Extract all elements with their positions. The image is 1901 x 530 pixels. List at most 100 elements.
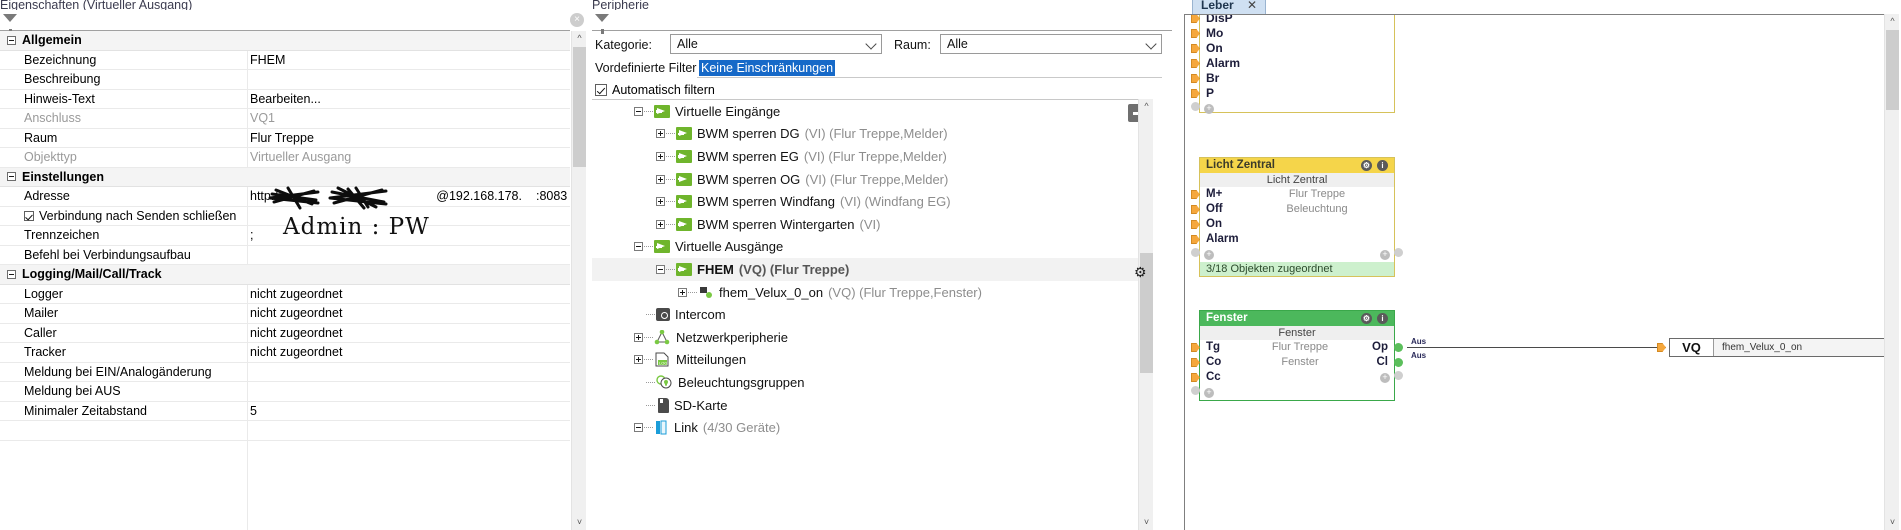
fenster-block[interactable]: Fenster ⚙ i Fenster Tg Flur Treppe Op Co… [1191,310,1403,401]
automatisch-filtern-checkbox[interactable]: Automatisch filtern [595,83,715,97]
expand-icon[interactable] [656,174,665,184]
property-value[interactable]: http://@192.168.178.:8083 [248,189,570,203]
kategorie-select[interactable]: Alle [670,34,882,54]
info-icon[interactable]: i [1377,160,1388,171]
collapse-icon[interactable] [634,106,643,116]
peripherie-filter-bar[interactable] [592,10,1172,34]
tree-node[interactable]: BWM sperren OG (VI) (Flur Treppe,Melder) [592,168,1138,191]
property-row[interactable]: Tracker nicht zugeordnet [0,343,570,363]
tree-node[interactable]: Virtuelle Eingänge [592,100,1138,123]
property-row[interactable]: Raum Flur Treppe [0,129,570,148]
scroll-down-arrow-icon[interactable]: ˅ [1885,515,1900,530]
property-value[interactable]: Bearbeiten... [248,92,570,106]
property-value[interactable]: nicht zugeordnet [248,345,570,359]
pin-row[interactable]: Off Beleuchtung [1191,202,1394,217]
tree-node[interactable]: FHEM (VQ) (Flur Treppe) [592,258,1138,281]
add-input-icon[interactable]: + [1204,387,1214,398]
property-group-row[interactable]: Logging/Mail/Call/Track [0,265,570,285]
top-block-pin-row[interactable]: P [1191,86,1394,101]
input-port[interactable] [1191,220,1200,229]
property-row[interactable]: Meldung bei EIN/Analogänderung [0,363,570,382]
input-port[interactable] [1191,343,1200,352]
input-port[interactable] [1191,235,1200,244]
diagram-canvas[interactable]: DisP Mo On Alarm Br P + Licht Zentral ⚙ … [1184,14,1884,530]
property-checkbox[interactable] [24,210,34,221]
scroll-thumb[interactable] [573,47,586,167]
collapse-icon[interactable] [634,242,643,252]
expand-icon[interactable] [656,197,665,207]
scroll-thumb[interactable] [1886,30,1899,110]
tree-node[interactable]: BWM sperren DG (VI) (Flur Treppe,Melder) [592,123,1138,146]
property-row[interactable]: Anschluss VQ1 [0,109,570,129]
pin-row[interactable]: Cc + [1191,370,1403,385]
property-row[interactable]: Beschreibung [0,70,570,90]
add-output-icon[interactable]: + [1380,249,1390,260]
input-port[interactable] [1191,29,1200,38]
tree-node[interactable]: Link (4/30 Geräte) [592,416,1138,439]
properties-filter-bar[interactable] [0,10,570,34]
tree-node[interactable]: LOG Mitteilungen [592,349,1138,372]
property-row[interactable]: Caller nicht zugeordnet [0,324,570,343]
add-pin-row[interactable]: + [1191,385,1394,400]
property-group-row[interactable]: Allgemein [0,31,570,51]
property-row[interactable]: Minimaler Zeitabstand 5 [0,402,570,421]
input-port[interactable] [1191,205,1200,214]
property-row[interactable]: Befehl bei Verbindungsaufbau [0,246,570,265]
licht-zentral-block[interactable]: Licht Zentral ⚙ i Licht Zentral M+ Flur … [1191,157,1403,277]
properties-scrollbar[interactable]: ^ ˅ [571,31,586,530]
fhem-node-gear-icon[interactable]: ⚙ [1134,264,1148,281]
property-row[interactable] [0,421,570,441]
close-icon[interactable]: ✕ [1247,0,1257,12]
property-row[interactable]: Meldung bei AUS [0,382,570,402]
collapse-icon[interactable] [7,35,16,45]
property-value[interactable]: Virtueller Ausgang [248,150,570,164]
input-port[interactable] [1191,44,1200,53]
property-row[interactable]: Hinweis-Text Bearbeiten... [0,90,570,109]
properties-panel-close-icon[interactable]: × [570,13,584,27]
scroll-up-arrow-icon[interactable]: ^ [1885,14,1900,29]
top-block[interactable]: DisP Mo On Alarm Br P + [1191,15,1395,116]
gear-icon[interactable]: ⚙ [1361,160,1372,171]
vq-block[interactable]: VQ fhem_Velux_0_on [1669,338,1884,357]
tree-node[interactable]: BWM sperren Windfang (VI) (Windfang EG) [592,190,1138,213]
expand-icon[interactable] [634,355,643,365]
property-value[interactable]: nicht zugeordnet [248,306,570,320]
vq-input-port[interactable] [1657,343,1666,352]
tree-node[interactable]: BWM sperren EG (VI) (Flur Treppe,Melder) [592,145,1138,168]
top-block-pin-row[interactable]: On [1191,41,1394,56]
funnel-icon[interactable] [595,14,609,34]
tab-leber[interactable]: Leber ✕ [1192,0,1267,14]
raum-select[interactable]: Alle [940,34,1162,54]
add-pin-row[interactable]: + + [1191,247,1403,262]
property-row[interactable]: Adresse http://@192.168.178.:8083 [0,187,570,207]
input-port[interactable] [1191,190,1200,199]
pin-row[interactable]: Co Fenster Cl [1191,355,1403,370]
pin-row[interactable]: On [1191,217,1394,232]
input-port[interactable] [1191,59,1200,68]
expand-icon[interactable] [656,219,665,229]
input-port[interactable] [1191,74,1200,83]
top-block-add-row[interactable]: + [1191,101,1394,116]
chevron-down-icon[interactable] [865,38,877,50]
property-value[interactable]: nicht zugeordnet [248,326,570,340]
input-port[interactable] [1191,373,1200,382]
property-value[interactable]: Flur Treppe [248,131,570,145]
top-block-pin-row[interactable]: Br [1191,71,1394,86]
info-icon[interactable]: i [1377,313,1388,324]
property-value[interactable]: 5 [248,404,570,418]
scroll-up-arrow-icon[interactable]: ^ [572,31,587,46]
expand-icon[interactable] [656,129,665,139]
collapse-icon[interactable] [7,172,16,182]
add-pin-icon[interactable]: + [1204,103,1214,114]
property-value[interactable]: nicht zugeordnet [248,287,570,301]
output-port[interactable] [1394,358,1403,367]
tree-node[interactable]: BWM sperren Wintergarten (VI) [592,213,1138,236]
expand-icon[interactable] [634,332,643,342]
gear-icon[interactable]: ⚙ [1361,313,1372,324]
input-port[interactable] [1191,15,1200,23]
checkbox-check-icon[interactable] [595,84,607,96]
property-row[interactable]: Logger nicht zugeordnet [0,285,570,304]
expand-icon[interactable] [678,287,687,297]
tree-node[interactable]: SD-Karte [592,394,1138,417]
scroll-up-arrow-icon[interactable]: ^ [1139,99,1154,114]
